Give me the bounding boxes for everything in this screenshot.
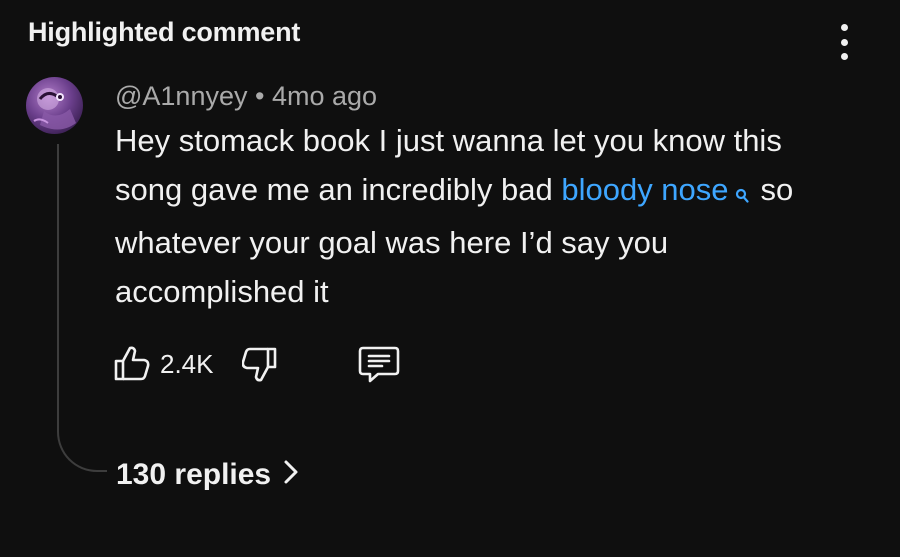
comment-text-segment: so (760, 172, 794, 207)
comment-text: Hey stomack book I just wanna let you kn… (115, 116, 855, 316)
comment-age: 4mo ago (271, 81, 378, 111)
avatar-image (33, 88, 76, 130)
replies-label: 130 replies (116, 458, 272, 491)
search-icon[interactable] (735, 169, 749, 218)
replies-button[interactable]: 130 replies (116, 457, 299, 493)
more-dot (840, 24, 848, 31)
comment-reply-icon[interactable] (358, 344, 400, 384)
section-title: Highlighted comment (28, 17, 301, 47)
author-handle[interactable]: @A1nnyey (115, 81, 247, 111)
search-link[interactable]: bloody nose (561, 172, 728, 207)
comment-line: song gave me an incredibly bad bloody no… (115, 165, 855, 218)
more-dot (840, 53, 848, 60)
avatar[interactable] (26, 77, 83, 134)
thumbs-up-icon[interactable] (112, 343, 152, 383)
comment-line: accomplished it (115, 274, 329, 309)
highlighted-comment-panel: Highlighted comment @A1nnyey • 4mo ago H… (0, 0, 900, 557)
thread-line (57, 144, 107, 472)
comment-line: Hey stomack book I just wanna let you kn… (115, 123, 782, 158)
comment-text-segment: song gave me an incredibly bad (115, 172, 562, 207)
thumbs-down-icon[interactable] (241, 345, 282, 385)
more-vert-icon[interactable] (832, 24, 856, 60)
meta-separator: • (255, 81, 265, 111)
chevron-right-icon (283, 459, 299, 493)
more-dot (840, 38, 848, 46)
comment-meta: @A1nnyey • 4mo ago (115, 81, 377, 112)
comment-line: whatever your goal was here I’d say you (115, 225, 669, 260)
like-count: 2.4K (160, 349, 214, 379)
